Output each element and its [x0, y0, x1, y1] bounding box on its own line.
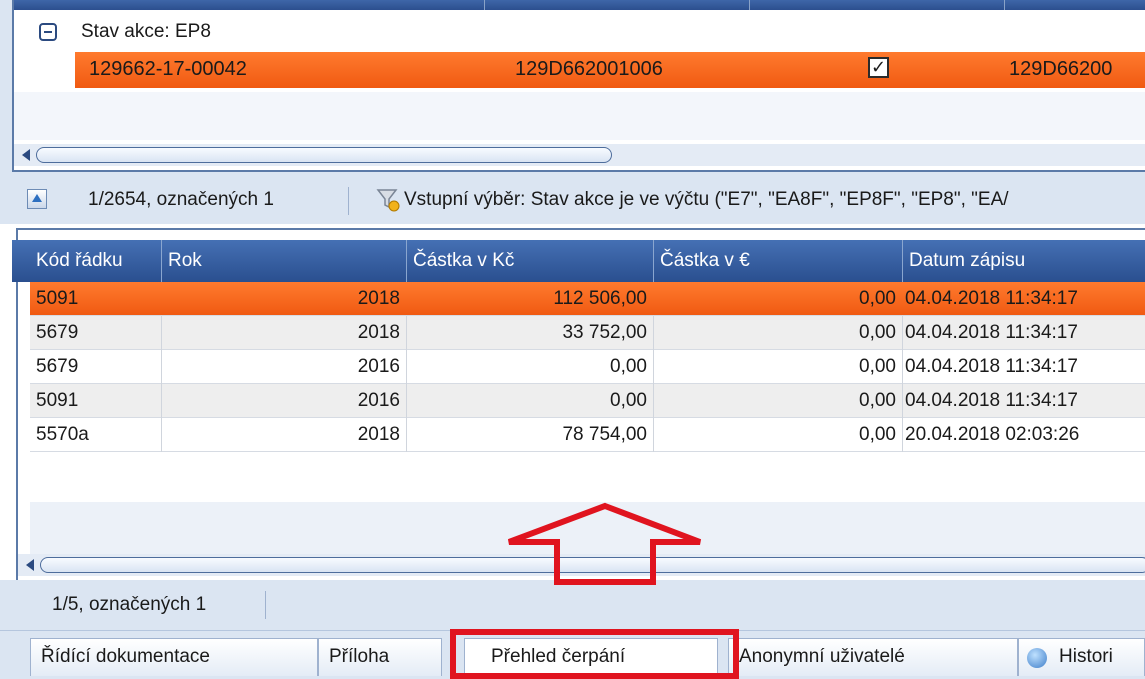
cell-czk: 78 754,00: [407, 418, 654, 452]
master-grid: Stav akce: EP8 129662-17-00042 129D66200…: [12, 0, 1145, 172]
annotation-highlight-box: [450, 629, 739, 679]
cell-czk: 33 752,00: [407, 316, 654, 350]
cell-datum: 04.04.2018 11:34:17: [905, 322, 1078, 343]
cell-kod: 5570a: [30, 418, 162, 452]
column-header-kod[interactable]: Kód řádku: [30, 240, 162, 282]
table-row[interactable]: 5570a 2018 78 754,00 0,00 20.04.2018 02:…: [30, 418, 1145, 452]
cell-eur: 0,00: [859, 288, 896, 309]
filter-icon: [376, 189, 400, 212]
table-row[interactable]: 5091 2016 0,00 0,00 04.04.2018 11:34:17: [30, 384, 1145, 418]
cell-czk: 0,00: [407, 350, 654, 384]
master-status-bar: 1/2654, označených 1 Vstupní výběr: Stav…: [0, 178, 1145, 224]
master-horizontal-scrollbar[interactable]: [14, 144, 1145, 166]
tab-anonymni-uzivatele[interactable]: Anonymní uživatelé: [728, 638, 1018, 676]
cell-code: 129D662001006: [515, 58, 663, 80]
cell-datum: 20.04.2018 02:03:26: [905, 424, 1080, 445]
tab-label: Řídící dokumentace: [41, 646, 210, 667]
cell-kod: 5091: [30, 384, 162, 418]
cell-eur: 0,00: [654, 384, 903, 418]
table-row[interactable]: 5679 2018 33 752,00 0,00 04.04.2018 11:3…: [30, 316, 1145, 350]
cell-eur: 0,00: [654, 418, 903, 452]
cell-rok: 2018: [357, 288, 400, 309]
table-row[interactable]: 5679 2016 0,00 0,00 04.04.2018 11:34:17: [30, 350, 1145, 384]
column-header-czk[interactable]: Částka v Kč: [407, 240, 654, 282]
table-row[interactable]: 5091 2018 112 506,00 0,00 04.04.2018 11:…: [30, 282, 1145, 316]
master-grid-panel: Stav akce: EP8 129662-17-00042 129D66200…: [0, 0, 1145, 178]
scroll-left-icon[interactable]: [22, 149, 30, 161]
cell-czk: 112 506,00: [553, 288, 647, 309]
column-header-rok[interactable]: Rok: [162, 240, 407, 282]
cell-kod: 5679: [30, 316, 162, 350]
cell-eur: 0,00: [654, 350, 903, 384]
cell-rok: 2016: [162, 384, 407, 418]
scrollbar-thumb[interactable]: [36, 147, 612, 163]
filter-description: Vstupní výběr: Stav akce je ve výčtu ("E…: [404, 189, 1009, 210]
tab-priloha[interactable]: Příloha: [318, 638, 442, 676]
status-separator: [265, 591, 266, 619]
status-separator: [348, 187, 349, 215]
cell-eur: 0,00: [654, 316, 903, 350]
cell-datum: 04.04.2018 11:34:17: [905, 390, 1078, 411]
group-label: Stav akce: EP8: [81, 21, 211, 42]
annotation-arrow-up-icon: [507, 502, 702, 585]
master-record-count: 1/2654, označených 1: [88, 189, 274, 210]
master-grid-empty-area: [14, 92, 1145, 140]
detail-record-count: 1/5, označených 1: [52, 594, 207, 615]
detail-grid-header: Kód řádku Rok Částka v Kč Částka v € Dat…: [12, 240, 1145, 282]
tab-ridici-dokumentace[interactable]: Řídící dokumentace: [30, 638, 318, 676]
cell-code-2: 129D66200: [1009, 58, 1113, 80]
group-row[interactable]: Stav akce: EP8: [14, 14, 1145, 50]
master-grid-header: [14, 0, 1145, 10]
scroll-left-icon[interactable]: [26, 559, 34, 571]
tab-label: Histori: [1059, 646, 1113, 667]
navigate-up-icon[interactable]: [27, 189, 47, 209]
tab-historie[interactable]: Histori: [1018, 638, 1145, 676]
cell-rok: 2018: [162, 418, 407, 452]
cell-number: 129662-17-00042: [89, 58, 247, 80]
cell-kod: 5679: [30, 350, 162, 384]
history-icon: [1027, 648, 1047, 668]
cell-rok: 2018: [162, 316, 407, 350]
cell-datum: 04.04.2018 11:34:17: [905, 356, 1078, 377]
master-selected-row[interactable]: 129662-17-00042 129D662001006 ✓ 129D6620…: [75, 52, 1145, 88]
column-header-eur[interactable]: Částka v €: [654, 240, 903, 282]
column-header-datum[interactable]: Datum zápisu: [903, 240, 1145, 282]
cell-datum: 04.04.2018 11:34:17: [905, 288, 1078, 309]
cell-czk: 0,00: [407, 384, 654, 418]
tab-label: Příloha: [329, 646, 390, 667]
cell-kod: 5091: [36, 288, 79, 309]
cell-rok: 2016: [162, 350, 407, 384]
row-checkbox[interactable]: ✓: [868, 57, 889, 78]
collapse-group-icon[interactable]: [39, 23, 57, 41]
tab-label: Anonymní uživatelé: [739, 646, 905, 667]
